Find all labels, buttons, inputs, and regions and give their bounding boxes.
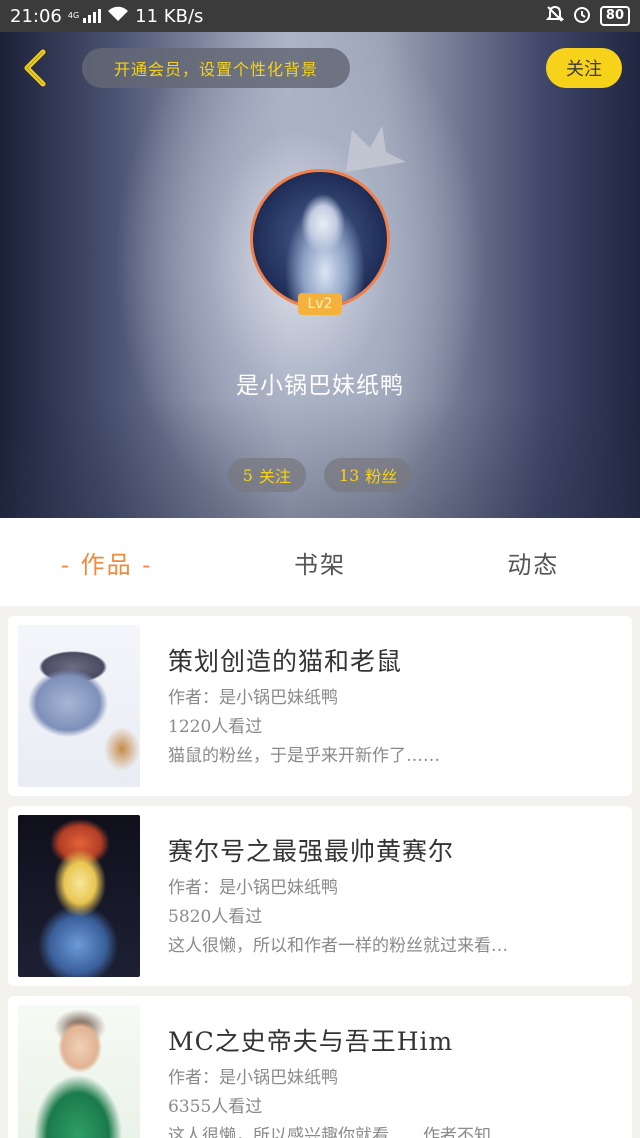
work-cover-image	[18, 815, 140, 977]
profile-header: 开通会员，设置个性化背景 关注 Lv2 是小锅巴妹纸鸭 5 关注 13 粉丝	[0, 32, 640, 518]
follow-button[interactable]: 关注	[546, 48, 622, 88]
battery-level: 80	[605, 8, 624, 23]
fans-count-button[interactable]: 13 粉丝	[323, 458, 413, 492]
bell-off-icon	[545, 5, 565, 28]
network-type: 4G	[67, 11, 80, 20]
work-card[interactable]: MC之史帝夫与吾王Him 作者：是小锅巴妹纸鸭 6355人看过 这人很懒，所以感…	[8, 996, 632, 1138]
status-time: 21:06	[10, 5, 62, 27]
work-author: 作者：是小锅巴妹纸鸭	[168, 687, 338, 708]
tab-bookshelf[interactable]: 书架	[213, 545, 426, 580]
avatar[interactable]: Lv2	[250, 169, 390, 315]
works-list: 策划创造的猫和老鼠 作者：是小锅巴妹纸鸭 1220人看过 猫鼠的粉丝，于是乎来开…	[8, 616, 632, 1138]
vip-banner[interactable]: 开通会员，设置个性化背景	[82, 48, 350, 88]
work-views: 6355人看过	[168, 1096, 263, 1117]
following-count: 5	[242, 465, 253, 485]
tab-activity[interactable]: 动态	[427, 545, 640, 580]
signal-icon	[83, 9, 102, 23]
following-count-button[interactable]: 5 关注	[227, 458, 306, 492]
work-views: 1220人看过	[168, 716, 263, 737]
fans-label: 粉丝	[365, 467, 398, 486]
work-title: MC之史帝夫与吾王Him	[168, 1026, 454, 1056]
status-bar: 21:06 4G 11 KB/s 80	[0, 0, 640, 32]
work-cover-image	[18, 1005, 140, 1138]
work-title: 策划创造的猫和老鼠	[168, 646, 403, 676]
nickname: 是小锅巴妹纸鸭	[236, 373, 404, 399]
work-title: 赛尔号之最强最帅黄赛尔	[168, 836, 455, 866]
work-views: 5820人看过	[168, 906, 263, 927]
tab-works[interactable]: - 作品 -	[0, 545, 213, 580]
work-card[interactable]: 赛尔号之最强最帅黄赛尔 作者：是小锅巴妹纸鸭 5820人看过 这人很懒，所以和作…	[8, 806, 632, 986]
battery-icon: 80	[599, 6, 630, 26]
chevron-left-icon	[24, 49, 46, 87]
network-speed: 11 KB/s	[135, 5, 204, 27]
alarm-icon	[572, 4, 592, 29]
work-cover-image	[18, 625, 140, 787]
back-button[interactable]	[14, 48, 54, 88]
work-card[interactable]: 策划创造的猫和老鼠 作者：是小锅巴妹纸鸭 1220人看过 猫鼠的粉丝，于是乎来开…	[8, 616, 632, 796]
work-description: 这人很懒，所以感兴趣你就看……作者不知…	[168, 1125, 508, 1138]
level-badge: Lv2	[298, 293, 342, 315]
work-description: 这人很懒，所以和作者一样的粉丝就过来看…	[168, 935, 508, 956]
wifi-icon	[107, 6, 129, 27]
work-author: 作者：是小锅巴妹纸鸭	[168, 877, 338, 898]
avatar-image	[250, 169, 390, 309]
profile-tabs: - 作品 - 书架 动态	[0, 518, 640, 606]
work-description: 猫鼠的粉丝，于是乎来开新作了……	[168, 745, 440, 766]
work-author: 作者：是小锅巴妹纸鸭	[168, 1067, 338, 1088]
stats-row: 5 关注 13 粉丝	[0, 458, 640, 492]
following-label: 关注	[258, 467, 291, 486]
fans-count: 13	[338, 465, 360, 485]
